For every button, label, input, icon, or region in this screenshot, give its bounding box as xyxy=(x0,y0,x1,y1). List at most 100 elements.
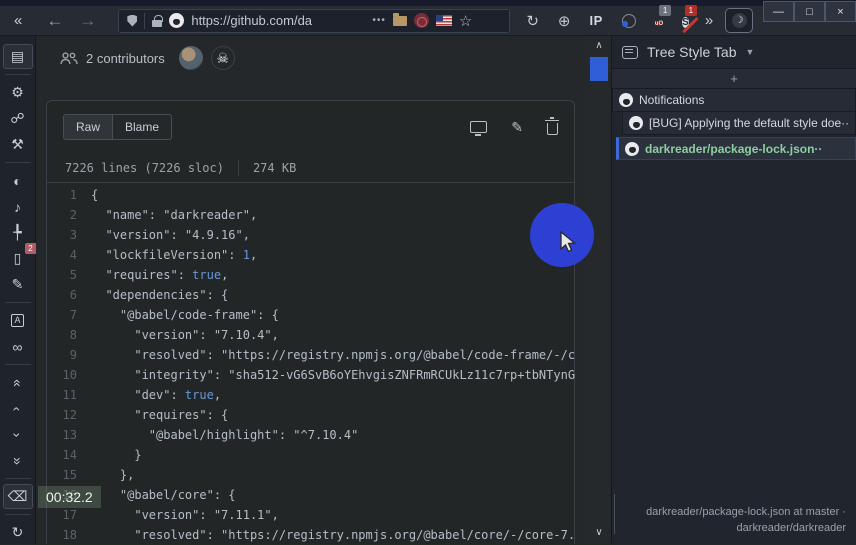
scroll-down-arrow[interactable]: ∨ xyxy=(586,527,612,538)
line-number[interactable]: 12 xyxy=(47,405,91,425)
line-number[interactable]: 2 xyxy=(47,205,91,225)
tst-scrollbar[interactable] xyxy=(614,494,615,534)
toolbar-overflow-icon[interactable]: » xyxy=(705,12,713,29)
code-text: "requires": true, xyxy=(91,268,229,282)
volume-icon[interactable]: ♪ xyxy=(3,194,33,219)
scroll-down-icon[interactable]: › xyxy=(3,422,33,447)
tracker-ext-icon[interactable] xyxy=(621,13,636,28)
broom-icon[interactable]: ⌫ xyxy=(2,484,33,509)
scroll-up-arrow[interactable]: ∧ xyxy=(586,40,612,51)
blame-button[interactable]: Blame xyxy=(113,114,173,140)
sync-icon[interactable]: ↻ xyxy=(3,520,33,545)
line-number[interactable]: 3 xyxy=(47,225,91,245)
raw-button[interactable]: Raw xyxy=(63,114,114,140)
scroll-up-icon[interactable]: ‹ xyxy=(3,396,33,421)
proxy-globe-icon[interactable]: S xyxy=(682,16,689,28)
proxy-ext[interactable]: S 1 xyxy=(682,4,697,30)
sidebar-divider xyxy=(4,514,31,515)
code-view[interactable]: 1{2 "name": "darkreader", 3 "version": "4… xyxy=(47,183,576,544)
line-number[interactable]: 6 xyxy=(47,285,91,305)
chevron-down-icon[interactable]: ▼ xyxy=(746,47,755,57)
fingerprint-ext-icon[interactable] xyxy=(413,13,429,28)
line-number[interactable]: 15 xyxy=(47,465,91,485)
code-line: 18 "resolved": "https://registry.npmjs.o… xyxy=(47,525,576,544)
code-line: 10 "integrity": "sha512-vG6SvB6oYEhvgisZ… xyxy=(47,365,576,385)
library-icon[interactable]: ▤ xyxy=(2,44,33,69)
forward-icon[interactable]: → xyxy=(79,11,96,31)
code-text: "integrity": "sha512-vG6SvB6oYEhvgisZNFR… xyxy=(91,368,576,382)
tst-title: Tree Style Tab xyxy=(647,44,737,60)
recording-timestamp: 00:32.2 xyxy=(38,486,101,508)
line-number[interactable]: 10 xyxy=(47,365,91,385)
jar-icon[interactable]: ▯ 2 xyxy=(3,243,37,271)
bookmark-star-icon[interactable]: ☆ xyxy=(459,12,472,30)
contributors-label[interactable]: 2 contributors xyxy=(86,51,165,66)
contrast-icon[interactable]: ◐ xyxy=(3,168,33,193)
lines-info: 7226 lines (7226 sloc) xyxy=(65,160,224,175)
code-text: "version": "7.10.4", xyxy=(91,328,279,342)
minimize-button[interactable]: — xyxy=(763,1,794,22)
flag-ext-icon[interactable] xyxy=(435,15,452,26)
ublock-icon[interactable]: uO xyxy=(654,20,664,27)
tree-style-tab-sidebar: Tree Style Tab ▼ + Notifications [BUG] Ap… xyxy=(612,36,856,544)
line-number[interactable]: 5 xyxy=(47,265,91,285)
file-panel: Raw Blame ✎ 7226 lines (7226 sloc) 274 K… xyxy=(46,100,575,544)
avatar[interactable] xyxy=(178,46,203,70)
status-line-1: darkreader/package-lock.json at master · xyxy=(646,506,846,518)
avatar[interactable]: ☠ xyxy=(210,46,235,70)
line-number[interactable]: 18 xyxy=(47,525,91,544)
code-text: "@babel/core": { xyxy=(91,488,236,502)
line-number[interactable]: 13 xyxy=(47,425,91,445)
settings-gears-icon[interactable]: ⚙ xyxy=(3,80,33,105)
line-number[interactable]: 17 xyxy=(47,505,91,525)
code-text: "@babel/code-frame": { xyxy=(91,308,279,322)
scroll-bottom-icon-glyph: » xyxy=(9,456,26,465)
extension-icons-row: ↻ ⊕ IP uO 1 S 1 xyxy=(526,4,697,30)
tst-header[interactable]: Tree Style Tab ▼ xyxy=(612,36,856,68)
line-number[interactable]: 1 xyxy=(47,185,91,205)
link-icon[interactable]: ∞ xyxy=(3,334,33,359)
wrench-icon[interactable]: ⚒ xyxy=(3,132,33,157)
scrollbar-thumb[interactable] xyxy=(590,57,608,81)
sidebar-collapse-icon[interactable]: « xyxy=(14,12,22,29)
page-actions-dots-icon[interactable]: ••• xyxy=(372,15,386,26)
code-line: 7 "@babel/code-frame": { xyxy=(47,305,574,325)
new-tab-button[interactable]: + xyxy=(612,68,856,89)
maximize-button[interactable]: □ xyxy=(794,1,825,22)
tab-active[interactable]: darkreader/package-lock.json·· xyxy=(616,137,856,160)
ip-lookup-ext-icon[interactable]: IP xyxy=(590,13,603,28)
line-number[interactable]: 8 xyxy=(47,325,91,345)
share-nodes-icon[interactable]: ☍ xyxy=(3,106,33,131)
url-bar[interactable]: https://github.com/da ••• ☆ xyxy=(118,8,511,33)
translate-page-icon[interactable]: A xyxy=(3,308,33,333)
https-lock-icon[interactable] xyxy=(152,14,163,27)
edit-pencil-icon[interactable]: ✎ xyxy=(511,119,523,136)
scroll-top-icon[interactable]: « xyxy=(3,370,33,395)
line-number[interactable]: 4 xyxy=(47,245,91,265)
delete-trash-icon[interactable] xyxy=(545,116,559,135)
url-text[interactable]: https://github.com/da xyxy=(191,13,363,28)
code-line: 9 "resolved": "https://registry.npmjs.or… xyxy=(47,345,575,365)
bookmark-folder-icon[interactable] xyxy=(392,12,407,26)
line-number[interactable]: 14 xyxy=(47,445,91,465)
back-icon[interactable]: ← xyxy=(46,11,63,31)
tab[interactable]: [BUG] Applying the default style doe·· xyxy=(622,112,856,135)
code-line: 8 "version": "7.10.4", xyxy=(47,325,574,345)
tracking-protection-shield-icon[interactable] xyxy=(127,14,138,27)
reload-icon[interactable]: ↻ xyxy=(526,12,539,30)
grid-icon[interactable]: ╄ xyxy=(3,220,33,245)
count-badge: 2 xyxy=(24,243,37,254)
tab[interactable]: Notifications xyxy=(612,89,856,112)
brush-icon[interactable]: ✎ xyxy=(3,272,33,297)
ublock-ext[interactable]: uO 1 xyxy=(654,4,672,30)
github-favicon xyxy=(625,141,639,156)
translate-ext-icon[interactable]: ⊕ xyxy=(558,12,571,30)
darkreader-button[interactable]: ☽ xyxy=(725,8,754,33)
line-number[interactable]: 7 xyxy=(47,305,91,325)
close-button[interactable]: × xyxy=(825,1,856,22)
file-size: 274 KB xyxy=(252,160,297,175)
line-number[interactable]: 11 xyxy=(47,385,91,405)
line-number[interactable]: 9 xyxy=(47,345,91,365)
scroll-bottom-icon[interactable]: » xyxy=(3,448,33,473)
desktop-icon[interactable] xyxy=(470,121,488,136)
